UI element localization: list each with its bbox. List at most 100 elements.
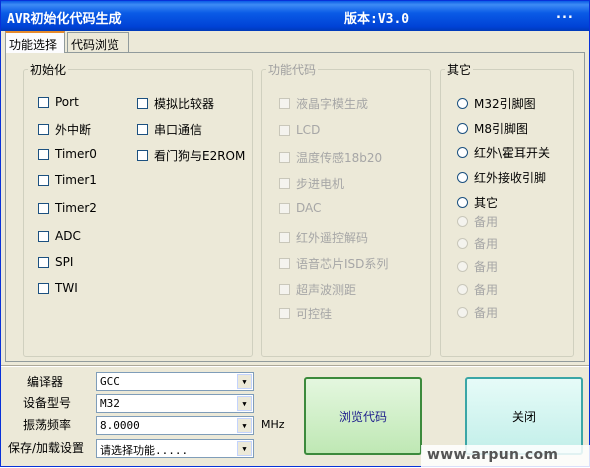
checkbox-label: 模拟比较器: [154, 97, 215, 111]
checkbox-ext-interrupt[interactable]: 外中断: [38, 121, 91, 138]
checkbox-label: 温度传感18b20: [296, 151, 383, 165]
radio-ir-receiver-pin[interactable]: 红外接收引脚: [457, 169, 546, 186]
radio-label: 红外\霍耳开关: [474, 146, 551, 160]
init-group-legend: 初始化: [30, 63, 67, 77]
checkbox-label: Timer1: [55, 173, 97, 187]
radio-circle: [457, 216, 468, 227]
checkbox-twi[interactable]: TWI: [38, 281, 78, 295]
checkbox-lcd: LCD: [279, 123, 320, 137]
checkbox-label: DAC: [296, 201, 322, 215]
radio-circle: [457, 307, 468, 318]
checkbox-ir-remote-decode: 红外遥控解码: [279, 229, 368, 246]
checkbox-voice-isd: 语音芯片ISD系列: [279, 255, 388, 272]
checkbox-lcd-font-gen: 液晶字模生成: [279, 95, 368, 112]
browse-code-button[interactable]: 浏览代码: [304, 377, 422, 455]
checkbox-box: [279, 124, 290, 136]
checkbox-box[interactable]: [38, 282, 49, 294]
menu-dots-button[interactable]: ...: [556, 7, 574, 22]
checkbox-analog-comparator[interactable]: 模拟比较器: [137, 95, 214, 112]
radio-label: 红外接收引脚: [474, 171, 547, 185]
tab-code-browse[interactable]: 代码浏览: [67, 32, 129, 53]
checkbox-label: SPI: [55, 255, 74, 269]
checkbox-box[interactable]: [38, 148, 49, 160]
radio-other[interactable]: 其它: [457, 194, 498, 211]
checkbox-serial[interactable]: 串口通信: [137, 121, 202, 138]
window-title: AVR初始化代码生成: [7, 12, 122, 27]
radio-circle[interactable]: [457, 197, 468, 208]
device-value: M32: [100, 397, 120, 410]
radio-circle[interactable]: [457, 98, 468, 109]
radio-circle[interactable]: [457, 123, 468, 134]
compiler-select[interactable]: GCC ▼: [96, 372, 254, 391]
radio-reserved-4: 备用: [457, 281, 498, 298]
close-button[interactable]: 关闭: [465, 377, 583, 455]
compiler-value: GCC: [100, 375, 120, 388]
version-label: 版本:V3.0: [344, 12, 410, 27]
radio-m8-pinout[interactable]: M8引脚图: [457, 120, 528, 137]
checkbox-adc[interactable]: ADC: [38, 229, 81, 243]
checkbox-watchdog-e2rom[interactable]: 看门狗与E2ROM: [137, 147, 245, 164]
chevron-down-icon[interactable]: ▼: [237, 374, 252, 389]
checkbox-box: [279, 202, 290, 214]
checkbox-box[interactable]: [38, 202, 49, 214]
checkbox-box[interactable]: [38, 174, 49, 186]
radio-circle[interactable]: [457, 172, 468, 183]
frequency-label: 振荡频率: [23, 418, 72, 432]
frequency-select[interactable]: 8.0000 ▼: [96, 416, 254, 435]
main-window: AVR初始化代码生成 版本:V3.0 ... 功能选择 代码浏览 初始化 Por…: [0, 0, 590, 468]
func-code-group-legend: 功能代码: [268, 63, 317, 77]
checkbox-label: 串口通信: [154, 123, 203, 137]
radio-label: M8引脚图: [474, 122, 528, 136]
radio-ir-hall-switch[interactable]: 红外\霍耳开关: [457, 144, 550, 161]
checkbox-label: 液晶字模生成: [296, 97, 369, 111]
checkbox-box[interactable]: [38, 124, 49, 135]
checkbox-box[interactable]: [38, 230, 49, 242]
checkbox-label: TWI: [55, 281, 78, 295]
checkbox-box[interactable]: [38, 256, 49, 268]
compiler-label: 编译器: [27, 375, 64, 389]
frequency-value: 8.0000: [100, 419, 140, 432]
radio-circle: [457, 238, 468, 249]
checkbox-box[interactable]: [137, 150, 148, 161]
checkbox-label: 步进电机: [296, 177, 345, 191]
radio-label: M32引脚图: [474, 97, 536, 111]
radio-reserved-3: 备用: [457, 258, 498, 275]
checkbox-spi[interactable]: SPI: [38, 255, 73, 269]
watermark: www.arpun.com: [421, 445, 590, 468]
radio-reserved-5: 备用: [457, 304, 498, 321]
checkbox-label: Timer0: [55, 147, 97, 161]
radio-circle: [457, 261, 468, 272]
chevron-down-icon[interactable]: ▼: [237, 418, 252, 433]
radio-label: 备用: [474, 306, 499, 320]
title-bar[interactable]: AVR初始化代码生成 版本:V3.0 ...: [1, 1, 589, 31]
checkbox-timer0[interactable]: Timer0: [38, 147, 97, 161]
tab-function-select[interactable]: 功能选择: [5, 31, 65, 53]
radio-m32-pinout[interactable]: M32引脚图: [457, 95, 536, 112]
chevron-down-icon[interactable]: ▼: [237, 441, 252, 456]
device-label: 设备型号: [23, 396, 72, 410]
checkbox-box: [279, 152, 290, 163]
checkbox-label: 超声波测距: [296, 283, 357, 297]
chevron-down-icon[interactable]: ▼: [237, 396, 252, 411]
radio-circle: [457, 284, 468, 295]
checkbox-box[interactable]: [137, 98, 148, 109]
checkbox-box[interactable]: [38, 96, 49, 108]
checkbox-timer1[interactable]: Timer1: [38, 173, 97, 187]
save-load-label: 保存/加载设置: [8, 441, 85, 455]
checkbox-label: 红外遥控解码: [296, 231, 369, 245]
checkbox-label: ADC: [55, 229, 81, 243]
checkbox-box: [279, 232, 290, 243]
tab-panel: 初始化 Port 外中断 Timer0 Timer1 Timer2 ADC SP…: [5, 52, 585, 362]
checkbox-timer2[interactable]: Timer2: [38, 201, 97, 215]
save-load-select[interactable]: 请选择功能..... ▼: [96, 439, 254, 458]
radio-label: 备用: [474, 283, 499, 297]
radio-circle[interactable]: [457, 147, 468, 158]
checkbox-port[interactable]: Port: [38, 95, 79, 109]
radio-label: 备用: [474, 215, 499, 229]
checkbox-box: [279, 284, 290, 295]
checkbox-label: 外中断: [55, 123, 92, 137]
radio-reserved-1: 备用: [457, 213, 498, 230]
device-select[interactable]: M32 ▼: [96, 394, 254, 413]
checkbox-box[interactable]: [137, 124, 148, 135]
save-load-value: 请选择功能.....: [100, 444, 189, 457]
